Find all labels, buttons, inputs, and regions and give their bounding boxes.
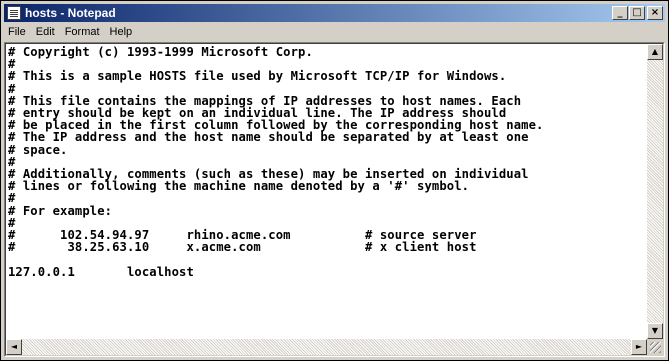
scroll-down-button[interactable]: ▼ — [647, 323, 663, 339]
arrow-up-icon: ▲ — [651, 47, 659, 56]
menu-format[interactable]: Format — [60, 26, 105, 38]
scroll-left-button[interactable]: ◄ — [6, 339, 22, 355]
vertical-scrollbar[interactable]: ▲ ▼ — [647, 44, 663, 339]
window-controls: _ □ × — [611, 6, 663, 20]
editor[interactable]: # Copyright (c) 1993-1999 Microsoft Corp… — [5, 43, 664, 356]
scroll-up-button[interactable]: ▲ — [647, 44, 663, 60]
maximize-icon: □ — [632, 7, 642, 18]
document-text[interactable]: # Copyright (c) 1993-1999 Microsoft Corp… — [8, 46, 641, 278]
window-title: hosts - Notepad — [25, 6, 116, 20]
notepad-icon[interactable] — [7, 6, 21, 20]
text-area[interactable]: # Copyright (c) 1993-1999 Microsoft Corp… — [8, 46, 641, 336]
title-bar[interactable]: hosts - Notepad _ □ × — [4, 4, 665, 22]
close-icon: × — [650, 7, 660, 18]
minimize-button[interactable]: _ — [612, 6, 628, 20]
horizontal-scrollbar[interactable]: ◄ ► — [6, 339, 647, 355]
menu-file[interactable]: File — [4, 26, 31, 38]
minimize-icon: _ — [617, 7, 623, 18]
arrow-right-icon: ► — [635, 342, 643, 351]
menu-bar: File Edit Format Help — [4, 23, 665, 41]
close-button[interactable]: × — [647, 6, 663, 20]
menu-help[interactable]: Help — [105, 26, 138, 38]
size-grip[interactable] — [647, 339, 663, 355]
arrow-down-icon: ▼ — [651, 326, 659, 335]
maximize-button[interactable]: □ — [629, 6, 645, 20]
arrow-left-icon: ◄ — [10, 342, 18, 351]
menu-edit[interactable]: Edit — [31, 26, 60, 38]
notepad-window: hosts - Notepad _ □ × File Edit Format H… — [0, 0, 669, 361]
editor-frame: # Copyright (c) 1993-1999 Microsoft Corp… — [4, 42, 665, 357]
scroll-right-button[interactable]: ► — [631, 339, 647, 355]
